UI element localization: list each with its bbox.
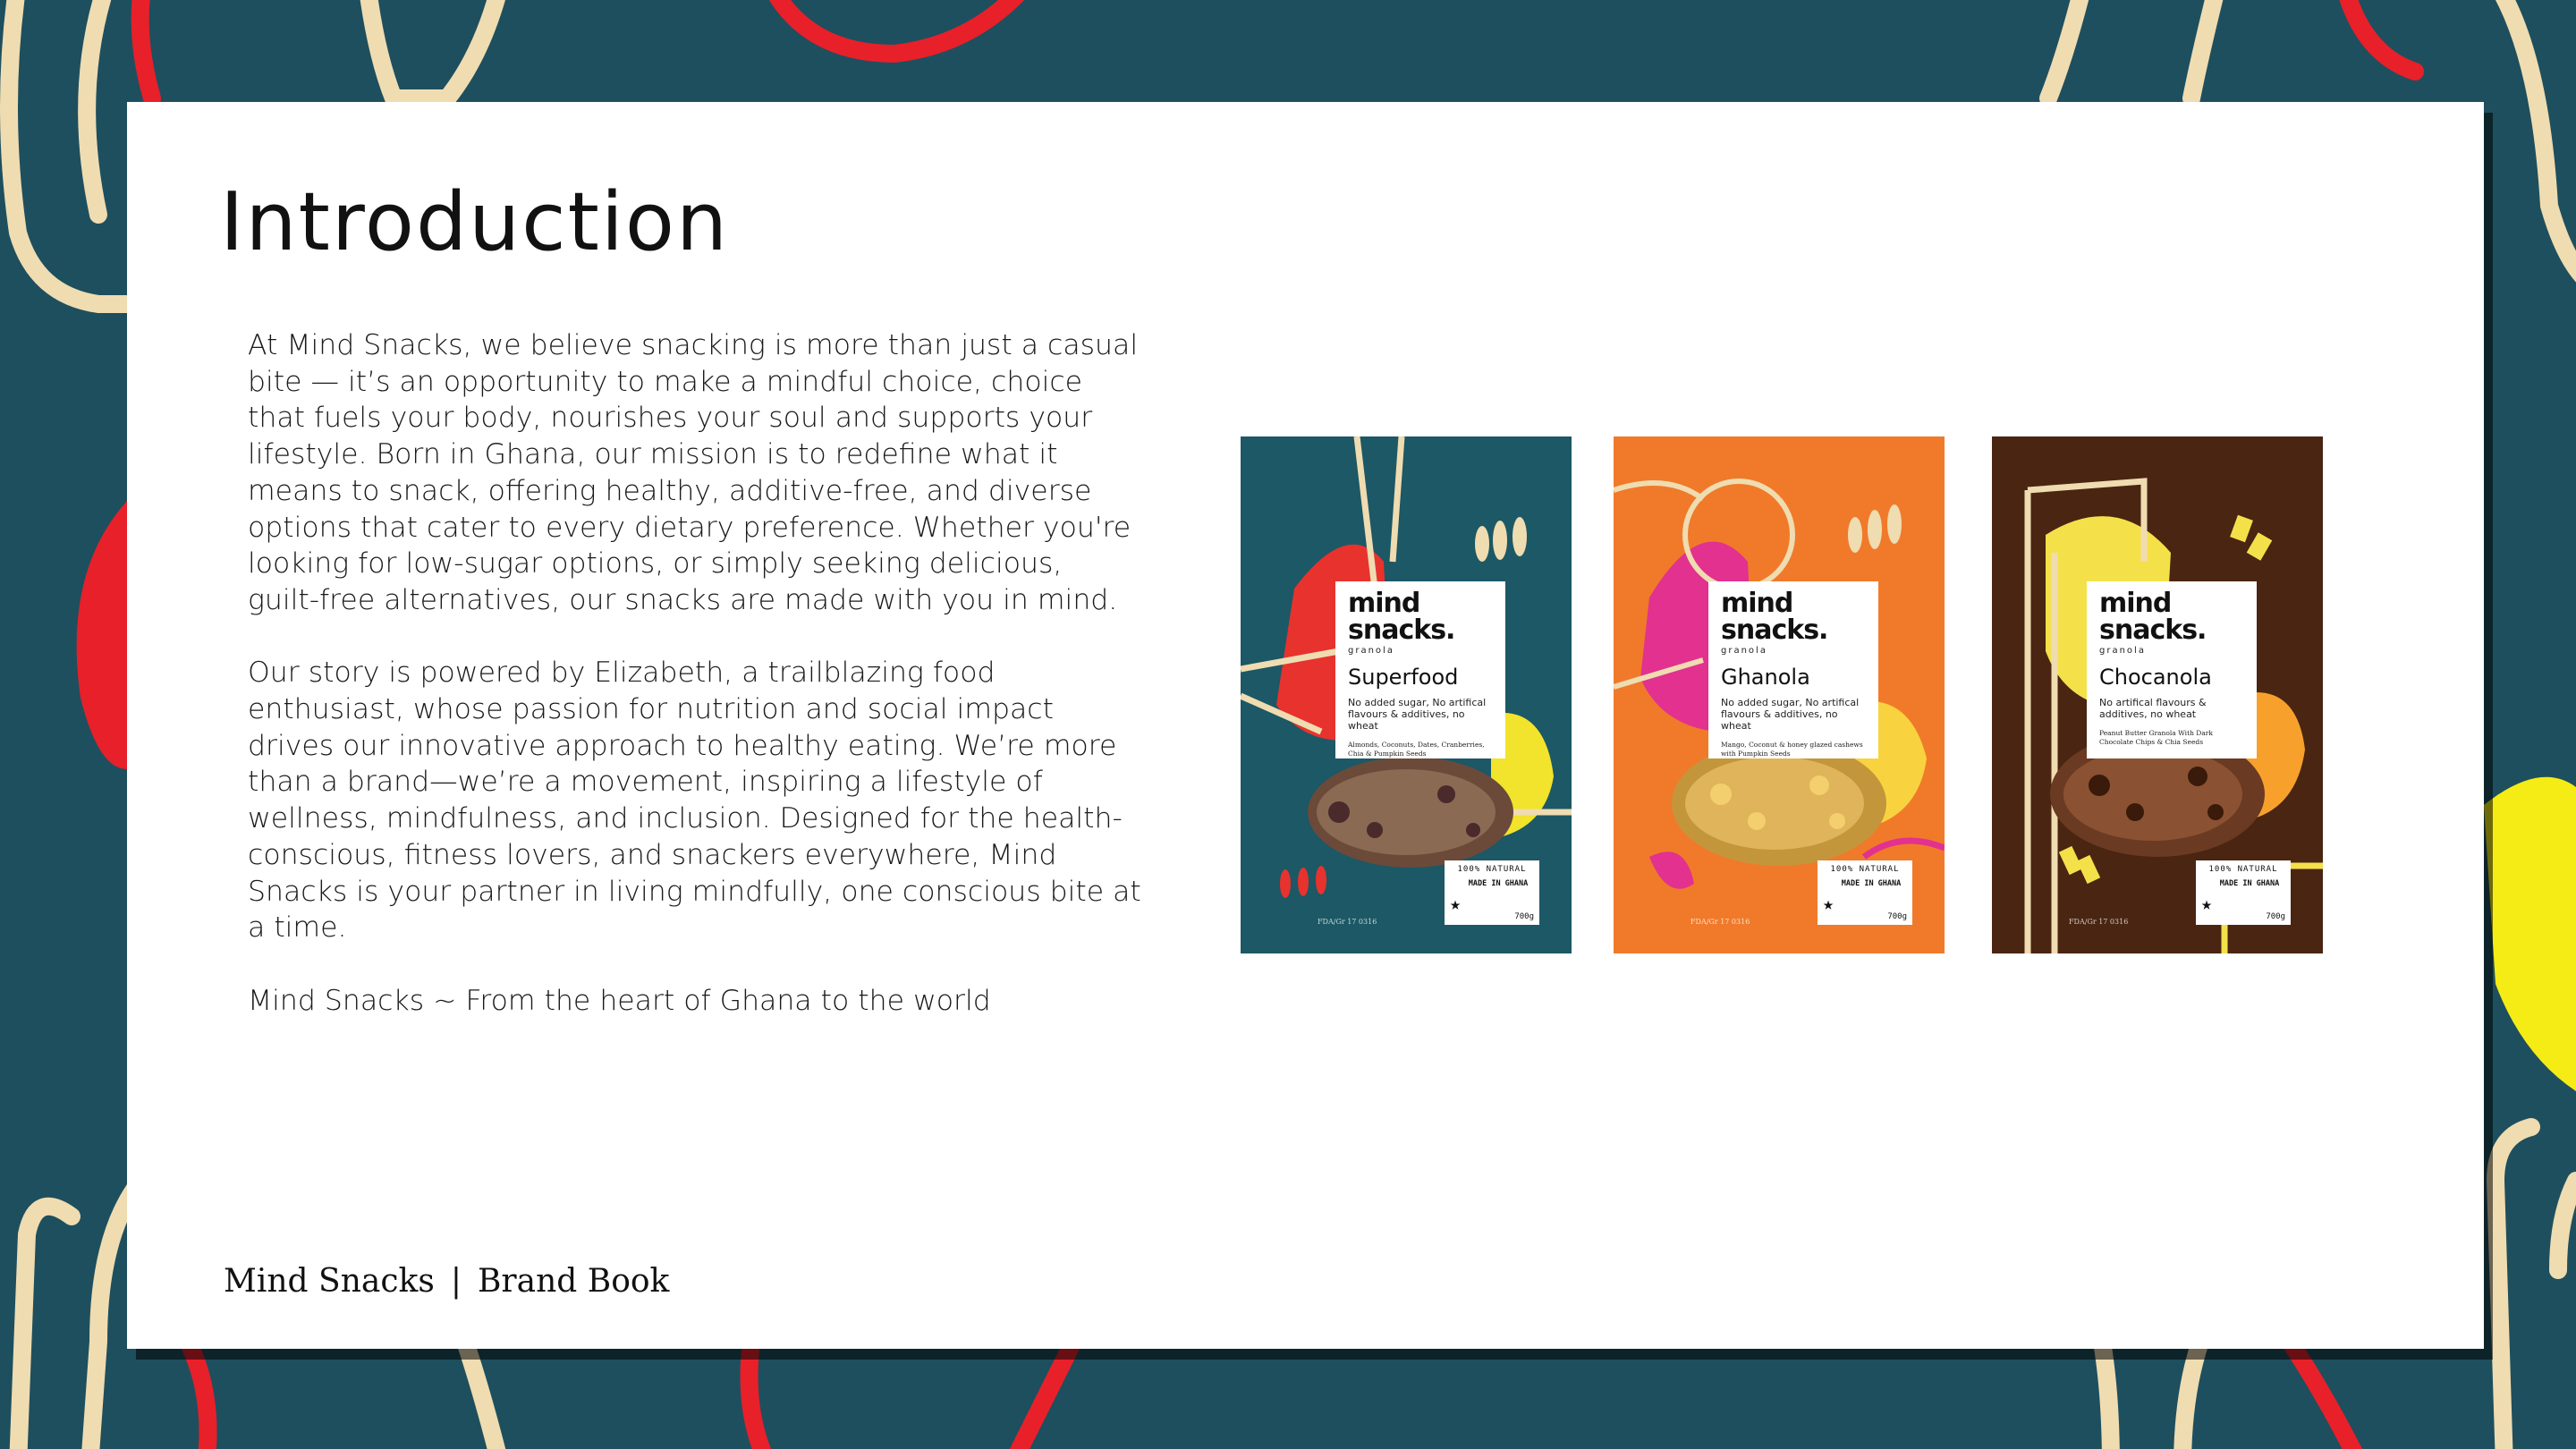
weight: 700g [2266,912,2285,921]
paragraph-story: Our story is powered by Elizabeth, a tra… [248,657,1141,945]
brand-logo: mind snacks. [1348,588,1455,646]
product-type: granola [1348,646,1394,656]
content-card: Introduction At Mind Snacks, we believe … [127,102,2484,1349]
brand-logo: mind snacks. [2099,588,2207,646]
product-ghanola: mind snacks. granola Ghanola No added sug… [1614,436,1945,953]
fda-code: FDA/Gr 17 0316 [1318,918,1377,926]
flavor-name: Superfood [1348,665,1459,690]
product-chocanola: mind snacks. granola Chocanola No artific… [1992,436,2323,953]
product-claims: No added sugar, No artifical flavours & … [1721,697,1860,732]
product-type: granola [1721,646,1767,656]
natural-badge: 100% NATURAL MADE IN GHANA ★ 700g [2196,860,2291,925]
pack-label: mind snacks. granola Chocanola No artific… [2087,581,2257,758]
ingredients: Mango, Coconut & honey glazed cashews wi… [1721,741,1863,758]
paragraph-mission: At Mind Snacks, we believe snacking is m… [248,329,1139,616]
ingredients: Peanut Butter Granola With Dark Chocolat… [2099,729,2213,746]
page-title: Introduction [220,175,730,269]
natural-badge: 100% NATURAL MADE IN GHANA ★ 700g [1818,860,1912,925]
star-icon: ★ [2201,893,2213,914]
fda-code: FDA/Gr 17 0316 [2069,918,2129,926]
natural-badge: 100% NATURAL MADE IN GHANA ★ 700g [1445,860,1539,925]
fda-code: FDA/Gr 17 0316 [1690,918,1750,926]
paragraph-tagline: Mind Snacks ~ From the heart of Ghana to… [248,984,991,1017]
brand-logo: mind snacks. [1721,588,1828,646]
intro-text: At Mind Snacks, we believe snacking is m… [248,327,1142,1019]
product-superfood: mind snacks. granola Superfood No added s… [1241,436,1572,953]
footer: Mind Snacks | Brand Book [224,1263,669,1300]
weight: 700g [1887,912,1907,921]
product-claims: No artifical flavours & additives, no wh… [2099,697,2207,720]
star-icon: ★ [1450,893,1462,914]
flavor-name: Chocanola [2099,665,2212,690]
flavor-name: Ghanola [1721,665,1810,690]
pack-label: mind snacks. granola Superfood No added s… [1335,581,1505,758]
star-icon: ★ [1823,893,1835,914]
footer-separator: | [450,1263,462,1300]
product-claims: No added sugar, No artifical flavours & … [1348,697,1487,732]
ingredients: Almonds, Coconuts, Dates, Cranberries, C… [1348,741,1485,758]
weight: 700g [1514,912,1534,921]
footer-doc-title: Brand Book [477,1263,670,1300]
pack-label: mind snacks. granola Ghanola No added sug… [1708,581,1878,758]
footer-brand: Mind Snacks [224,1263,435,1300]
product-type: granola [2099,646,2146,656]
